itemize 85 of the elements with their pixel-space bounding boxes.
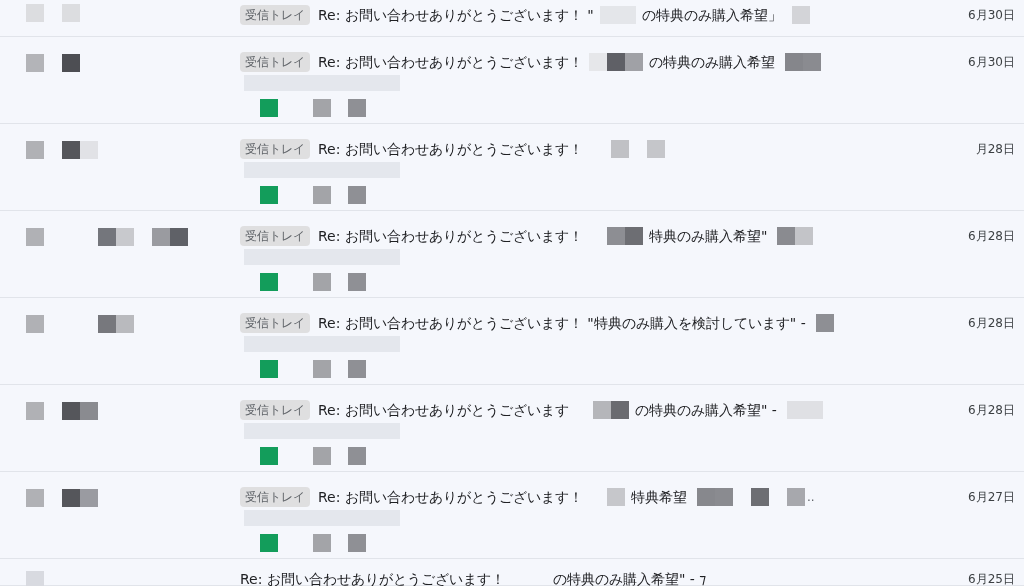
redaction-block [313,186,331,204]
redaction-block [80,489,98,507]
ellipsis-text: .. [806,489,815,506]
redaction-block [26,4,44,22]
email-date: 6月30日 [968,7,1015,24]
redaction-block [777,227,796,245]
redaction-block [62,4,80,22]
email-snippet: 特典のみ購入希望" [648,226,768,246]
redaction-block [313,273,331,291]
redaction-block [588,53,607,71]
redaction-block [80,402,98,420]
email-subject: Re: お問い合わせありがとうございます！ [318,52,583,72]
redaction-block [610,140,629,158]
redaction-block [348,360,366,378]
attachment-chip [260,186,278,204]
redaction-block [606,488,625,506]
email-date: 6月27日 [968,489,1015,506]
redaction-block [313,447,331,465]
inbox-label[interactable]: 受信トレイ [240,52,310,72]
email-subject: Re: お問い合わせありがとうございます！ [318,487,583,507]
email-date: 6月28日 [968,402,1015,419]
email-date: 月28日 [975,141,1015,158]
redaction-block [116,315,134,333]
attachment-chip [260,273,278,291]
email-snippet: の特典のみ購入希望」 [641,5,782,25]
inbox-label[interactable]: 受信トレイ [240,313,310,333]
email-date: 6月30日 [968,54,1015,71]
redaction-block [26,54,44,72]
redaction-block [98,228,116,246]
inbox-label[interactable]: 受信トレイ [240,226,310,246]
email-date: 6月25日 [968,571,1015,586]
email-subject: Re: お問い合わせありがとうございます！ [240,569,505,586]
redaction-block [750,488,769,506]
redaction-block [170,228,188,246]
redaction-block [348,99,366,117]
redaction-block [786,488,805,506]
email-subject: Re: お問い合わせありがとうございます！ " [318,5,594,25]
inbox-label[interactable]: 受信トレイ [240,139,310,159]
redaction-block [795,227,814,245]
redaction-block [784,53,803,71]
attachment-chip [260,99,278,117]
redaction-block [62,54,80,72]
redaction-block [786,401,805,419]
redaction-block [313,534,331,552]
inbox-label[interactable]: 受信トレイ [240,400,310,420]
redaction-block [62,402,80,420]
redaction-block [116,228,134,246]
email-date: 6月28日 [968,315,1015,332]
redaction-block [152,228,170,246]
redaction-block [348,534,366,552]
inbox-label[interactable]: 受信トレイ [240,487,310,507]
redaction-block [26,315,44,333]
email-snippet: の特典のみ購入希望" - ⁊ [552,569,707,586]
redaction-block [606,227,625,245]
inbox-label[interactable]: 受信トレイ [240,5,310,25]
attachment-chip [260,360,278,378]
redaction-block [62,489,80,507]
redaction-block [791,6,810,24]
redaction-block [80,141,98,159]
email-snippet: の特典のみ購入希望 [648,52,775,72]
email-snippet: の特典のみ購入希望" - [634,400,777,420]
redaction-block [815,314,834,332]
redaction-block [62,141,80,159]
redaction-block [313,360,331,378]
redaction-block [348,447,366,465]
redaction-block [26,489,44,507]
redaction-block [26,141,44,159]
redaction-block [348,186,366,204]
redaction-block [313,99,331,117]
redaction-block [592,401,611,419]
attachment-chip [260,534,278,552]
redaction-block [26,402,44,420]
attachment-chip [260,447,278,465]
redaction-block [696,488,715,506]
redaction-block [26,228,44,246]
redaction-block [348,273,366,291]
email-subject: Re: お問い合わせありがとうございます！ "特典のみ購入を検討しています" - [318,313,806,333]
redaction-block [26,571,44,586]
email-subject: Re: お問い合わせありがとうございます [318,400,569,420]
email-subject: Re: お問い合わせありがとうございます！ [318,226,583,246]
email-snippet: 特典希望 [630,487,687,507]
email-date: 6月28日 [968,228,1015,245]
redaction-block [98,315,116,333]
redaction-block [646,140,665,158]
email-subject: Re: お問い合わせありがとうございます！ [318,139,583,159]
